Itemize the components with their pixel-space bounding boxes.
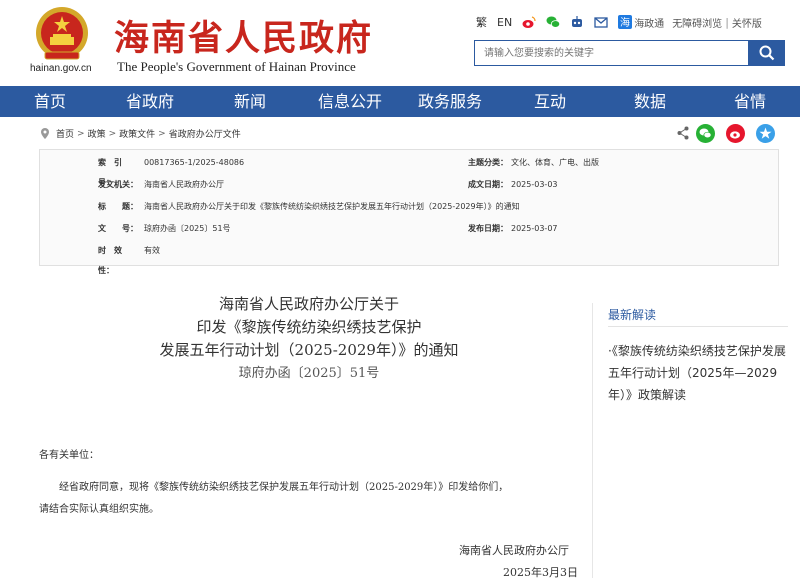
- location-pin-icon: [41, 128, 49, 139]
- column-divider: [592, 303, 593, 578]
- link-divider: |: [725, 15, 729, 29]
- written-date-value: 2025-03-03: [511, 180, 558, 189]
- national-emblem-logo[interactable]: [33, 6, 91, 62]
- nav-news[interactable]: 新闻: [200, 86, 300, 117]
- site-title-en: The People's Government of Hainan Provin…: [117, 59, 356, 74]
- share-favorite-icon[interactable]: [756, 124, 775, 143]
- meta-row-index: 索 引 号： 00817365-1/2025-48086 主题分类： 文化、体育…: [40, 153, 778, 187]
- english-link[interactable]: EN: [497, 16, 512, 29]
- index-number-value: 00817365-1/2025-48086: [144, 158, 245, 167]
- sidebar-divider: [608, 326, 788, 327]
- nav-interaction[interactable]: 互动: [500, 86, 600, 117]
- breadcrumb-policy-documents[interactable]: 政策文件: [119, 127, 155, 140]
- document-number-value: 琼府办函〔2025〕51号: [144, 224, 231, 233]
- breadcrumb-policy[interactable]: 政策: [88, 127, 106, 140]
- svg-text:海: 海: [620, 16, 630, 29]
- issuer-label: 发文机关：: [98, 180, 138, 189]
- breadcrumb-office-documents[interactable]: 省政府办公厅文件: [169, 127, 241, 140]
- written-date-label: 成文日期：: [468, 180, 508, 189]
- article-header: 海南省人民政府办公厅关于 印发《黎族传统纺染织绣技艺保护 发展五年行动计划（20…: [39, 293, 579, 385]
- article-salutation: 各有关单位：: [39, 450, 99, 461]
- meta-row-validity: 时 效 性： 有效: [40, 241, 778, 275]
- search-button[interactable]: [749, 40, 785, 66]
- nav-province-overview[interactable]: 省情: [700, 86, 800, 117]
- site-domain-text: hainan.gov.cn: [30, 63, 92, 74]
- top-links: 繁 EN 海 海政通 无障碍浏览 | 关怀版: [476, 13, 762, 31]
- article-document-number: 琼府办函〔2025〕51号: [238, 366, 380, 381]
- elderly-care-link[interactable]: 关怀版: [732, 15, 762, 30]
- search-box: [474, 40, 749, 66]
- validity-label: 时 效 性：: [98, 246, 130, 275]
- document-number-label: 文 号：: [98, 224, 138, 233]
- article-title-line-2: 印发《黎族传统纺染织绣技艺保护: [196, 318, 422, 336]
- search-icon: [759, 45, 775, 61]
- main-nav: 首页 省政府 新闻 信息公开 政务服务 互动 数据 省情: [0, 86, 800, 117]
- topic-label: 主题分类：: [468, 158, 508, 167]
- traditional-chinese-link[interactable]: 繁: [476, 14, 487, 30]
- article-paragraph-line-2: 请结合实际认真组织实施。: [39, 504, 159, 515]
- nav-data[interactable]: 数据: [600, 86, 700, 117]
- haiyitong-link[interactable]: 海政通: [634, 15, 664, 30]
- meta-row-title: 标 题： 海南省人民政府办公厅关于印发《黎族传统纺染织绣技艺保护发展五年行动计划…: [40, 197, 778, 217]
- article-title-line-1: 海南省人民政府办公厅关于: [218, 295, 399, 313]
- site-header: hainan.gov.cn 海南省人民政府 The People's Gover…: [0, 0, 800, 86]
- share-icon[interactable]: [677, 126, 689, 140]
- wechat-icon[interactable]: [546, 15, 561, 29]
- nav-province-government[interactable]: 省政府: [100, 86, 200, 117]
- breadcrumb-bar: 首页 > 政策 > 政策文件 > 省政府办公厅文件: [0, 117, 800, 149]
- meta-row-docno: 文 号： 琼府办函〔2025〕51号 发布日期： 2025-03-07: [40, 219, 778, 239]
- title-label: 标 题：: [98, 202, 138, 211]
- nav-information-disclosure[interactable]: 信息公开: [300, 86, 400, 117]
- meta-row-issuer: 发文机关： 海南省人民政府办公厅 成文日期： 2025-03-03: [40, 175, 778, 195]
- weibo-icon[interactable]: [522, 15, 536, 29]
- search-input[interactable]: [475, 41, 748, 66]
- sidebar-interpretation-link[interactable]: ·《黎族传统纺染织绣技艺保护发展五年行动计划（2025年—2029年）》政策解读: [608, 340, 788, 406]
- nav-government-services[interactable]: 政务服务: [400, 86, 500, 117]
- share-weibo-icon[interactable]: [726, 124, 745, 143]
- article-title-line-3: 发展五年行动计划（2025-2029年）》的通知: [159, 341, 459, 359]
- topic-value: 文化、体育、广电、出版: [511, 158, 599, 167]
- title-value: 海南省人民政府办公厅关于印发《黎族传统纺染织绣技艺保护发展五年行动计划（2025…: [144, 202, 520, 211]
- robot-icon[interactable]: [570, 15, 584, 29]
- validity-value: 有效: [144, 246, 160, 255]
- article-date: 2025年3月3日: [503, 566, 578, 579]
- site-title-cn[interactable]: 海南省人民政府: [114, 10, 373, 61]
- sidebar-heading: 最新解读: [608, 308, 657, 322]
- document-metadata-table: 索 引 号： 00817365-1/2025-48086 主题分类： 文化、体育…: [39, 149, 779, 275]
- share-wechat-icon[interactable]: [696, 124, 715, 143]
- issuer-value: 海南省人民政府办公厅: [144, 180, 224, 189]
- breadcrumb-home[interactable]: 首页: [56, 127, 74, 140]
- accessible-browse-link[interactable]: 无障碍浏览: [672, 15, 722, 30]
- haiyitong-logo-icon[interactable]: 海: [618, 15, 633, 29]
- publish-date-label: 发布日期：: [468, 224, 508, 233]
- mail-icon[interactable]: [594, 15, 608, 29]
- breadcrumb: 首页 > 政策 > 政策文件 > 省政府办公厅文件: [40, 127, 241, 140]
- article-signature: 海南省人民政府办公厅: [459, 544, 569, 557]
- publish-date-value: 2025-03-07: [511, 224, 558, 233]
- article-paragraph-line-1: 经省政府同意，现将《黎族传统纺染织绣技艺保护发展五年行动计划（2025-2029…: [59, 482, 509, 493]
- nav-home[interactable]: 首页: [0, 86, 100, 117]
